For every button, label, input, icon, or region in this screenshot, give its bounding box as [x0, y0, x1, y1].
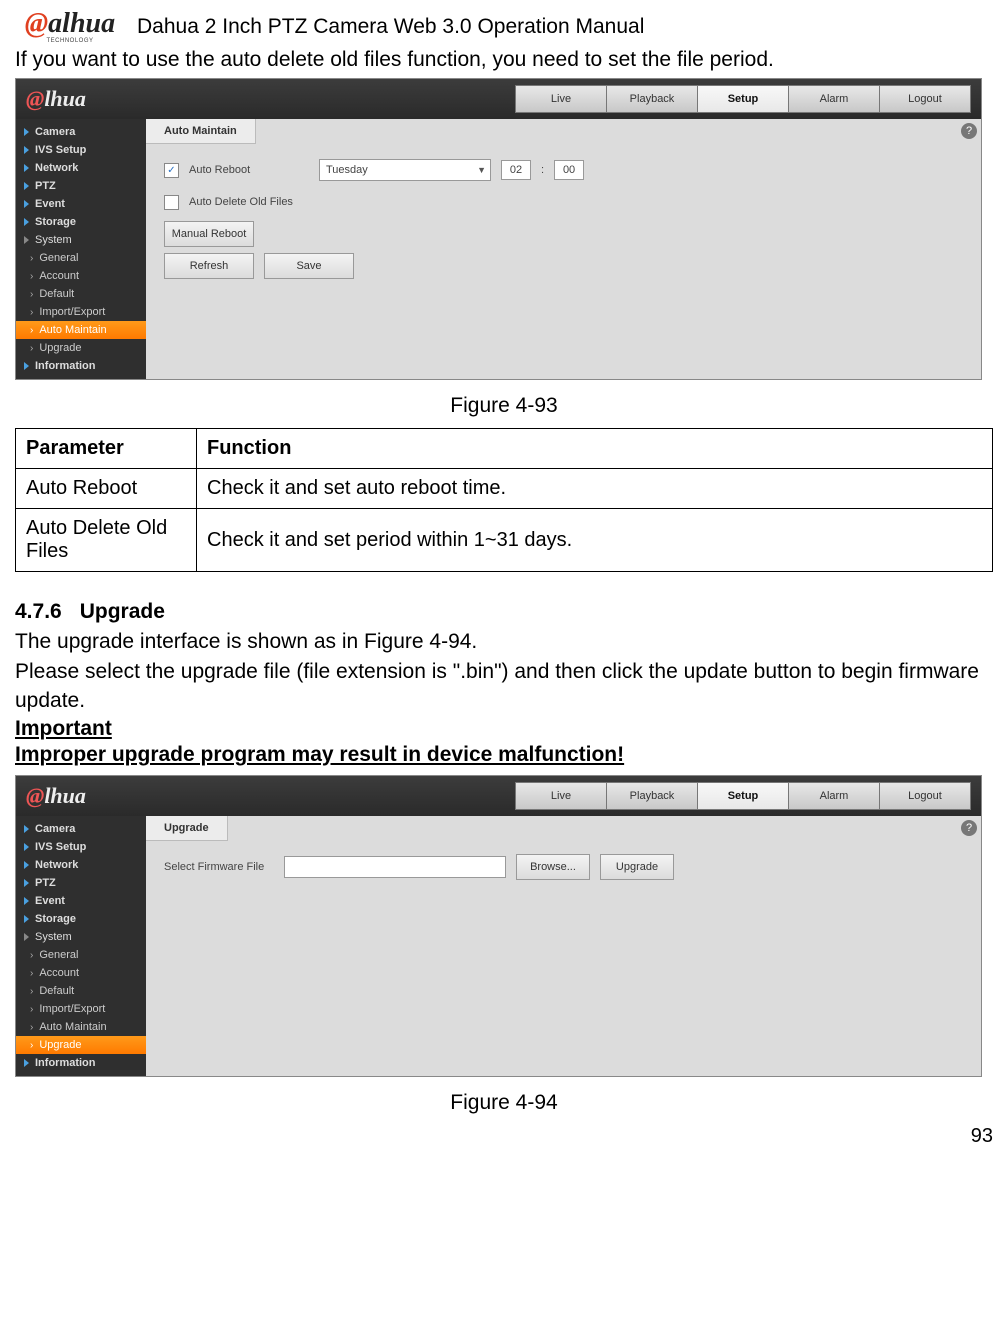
sidebar-sub-general[interactable]: ›General [16, 946, 146, 964]
sidebar-item-network[interactable]: Network [16, 159, 146, 177]
sidebar-item-storage[interactable]: Storage [16, 213, 146, 231]
page-number: 93 [15, 1125, 993, 1148]
upgrade-button[interactable]: Upgrade [600, 854, 674, 880]
sidebar: Camera IVS Setup Network PTZ Event Stora… [16, 816, 146, 1076]
nav-logout[interactable]: Logout [879, 782, 971, 810]
figure-93-screenshot: @lhua Live Playback Setup Alarm Logout C… [15, 78, 982, 380]
upgrade-paragraph-2: Please select the upgrade file (file ext… [15, 658, 993, 715]
sidebar-sub-default[interactable]: ›Default [16, 982, 146, 1000]
nav-playback[interactable]: Playback [606, 85, 698, 113]
app-logo: @lhua [26, 783, 176, 809]
sidebar-sub-import-export[interactable]: ›Import/Export [16, 303, 146, 321]
minute-input[interactable]: 00 [554, 160, 584, 180]
manual-reboot-button[interactable]: Manual Reboot [164, 221, 254, 247]
browse-button[interactable]: Browse... [516, 854, 590, 880]
auto-reboot-checkbox[interactable]: ✓ [164, 163, 179, 178]
parameter-table: Parameter Function Auto Reboot Check it … [15, 428, 993, 572]
nav-live[interactable]: Live [515, 85, 607, 113]
sidebar-sub-account[interactable]: ›Account [16, 267, 146, 285]
table-header-function: Function [197, 429, 993, 469]
nav-setup[interactable]: Setup [697, 85, 789, 113]
table-row: Auto Reboot Check it and set auto reboot… [16, 469, 993, 509]
panel-tab-upgrade: Upgrade [146, 816, 228, 841]
sidebar-item-ptz[interactable]: PTZ [16, 177, 146, 195]
sidebar-item-system[interactable]: System [16, 231, 146, 249]
day-select[interactable]: Tuesday ▼ [319, 159, 491, 181]
sidebar-item-event[interactable]: Event [16, 892, 146, 910]
sidebar-sub-general[interactable]: ›General [16, 249, 146, 267]
app-logo: @lhua [26, 86, 176, 112]
auto-delete-label: Auto Delete Old Files [189, 196, 293, 208]
nav-alarm[interactable]: Alarm [788, 782, 880, 810]
nav-logout[interactable]: Logout [879, 85, 971, 113]
table-row: Auto Delete Old Files Check it and set p… [16, 509, 993, 572]
document-title: Dahua 2 Inch PTZ Camera Web 3.0 Operatio… [137, 15, 644, 39]
sidebar-item-information[interactable]: Information [16, 357, 146, 375]
sidebar-sub-import-export[interactable]: ›Import/Export [16, 1000, 146, 1018]
nav-alarm[interactable]: Alarm [788, 85, 880, 113]
important-label: Important [15, 717, 993, 741]
help-icon[interactable]: ? [961, 123, 977, 139]
auto-reboot-label: Auto Reboot [189, 164, 309, 176]
intro-paragraph: If you want to use the auto delete old f… [15, 48, 993, 72]
upgrade-paragraph-1: The upgrade interface is shown as in Fig… [15, 628, 993, 656]
nav-live[interactable]: Live [515, 782, 607, 810]
sidebar-item-ptz[interactable]: PTZ [16, 874, 146, 892]
sidebar-item-event[interactable]: Event [16, 195, 146, 213]
sidebar-item-storage[interactable]: Storage [16, 910, 146, 928]
warning-text: Improper upgrade program may result in d… [15, 743, 993, 767]
save-button[interactable]: Save [264, 253, 354, 279]
sidebar-item-camera[interactable]: Camera [16, 820, 146, 838]
brand-logo: @alhua TECHNOLOGY [15, 10, 125, 44]
nav-playback[interactable]: Playback [606, 782, 698, 810]
figure-94-caption: Figure 4-94 [15, 1091, 993, 1115]
firmware-file-input[interactable] [284, 856, 506, 878]
sidebar-sub-upgrade[interactable]: ›Upgrade [16, 1036, 146, 1054]
figure-93-caption: Figure 4-93 [15, 394, 993, 418]
document-header: @alhua TECHNOLOGY Dahua 2 Inch PTZ Camer… [15, 10, 993, 44]
sidebar-item-information[interactable]: Information [16, 1054, 146, 1072]
sidebar-item-system[interactable]: System [16, 928, 146, 946]
auto-delete-checkbox[interactable] [164, 195, 179, 210]
sidebar: Camera IVS Setup Network PTZ Event Stora… [16, 119, 146, 379]
sidebar-sub-auto-maintain[interactable]: ›Auto Maintain [16, 321, 146, 339]
select-file-label: Select Firmware File [164, 861, 274, 873]
nav-setup[interactable]: Setup [697, 782, 789, 810]
sidebar-sub-auto-maintain[interactable]: ›Auto Maintain [16, 1018, 146, 1036]
hour-input[interactable]: 02 [501, 160, 531, 180]
chevron-down-icon: ▼ [477, 165, 486, 175]
sidebar-sub-account[interactable]: ›Account [16, 964, 146, 982]
refresh-button[interactable]: Refresh [164, 253, 254, 279]
sidebar-sub-upgrade[interactable]: ›Upgrade [16, 339, 146, 357]
panel-tab-auto-maintain: Auto Maintain [146, 119, 256, 144]
sidebar-item-ivs[interactable]: IVS Setup [16, 838, 146, 856]
help-icon[interactable]: ? [961, 820, 977, 836]
figure-94-screenshot: @lhua Live Playback Setup Alarm Logout C… [15, 775, 982, 1077]
sidebar-item-network[interactable]: Network [16, 856, 146, 874]
sidebar-item-camera[interactable]: Camera [16, 123, 146, 141]
sidebar-sub-default[interactable]: ›Default [16, 285, 146, 303]
section-heading-upgrade: 4.7.6Upgrade [15, 600, 993, 624]
sidebar-item-ivs[interactable]: IVS Setup [16, 141, 146, 159]
table-header-parameter: Parameter [16, 429, 197, 469]
time-separator: : [541, 164, 544, 176]
